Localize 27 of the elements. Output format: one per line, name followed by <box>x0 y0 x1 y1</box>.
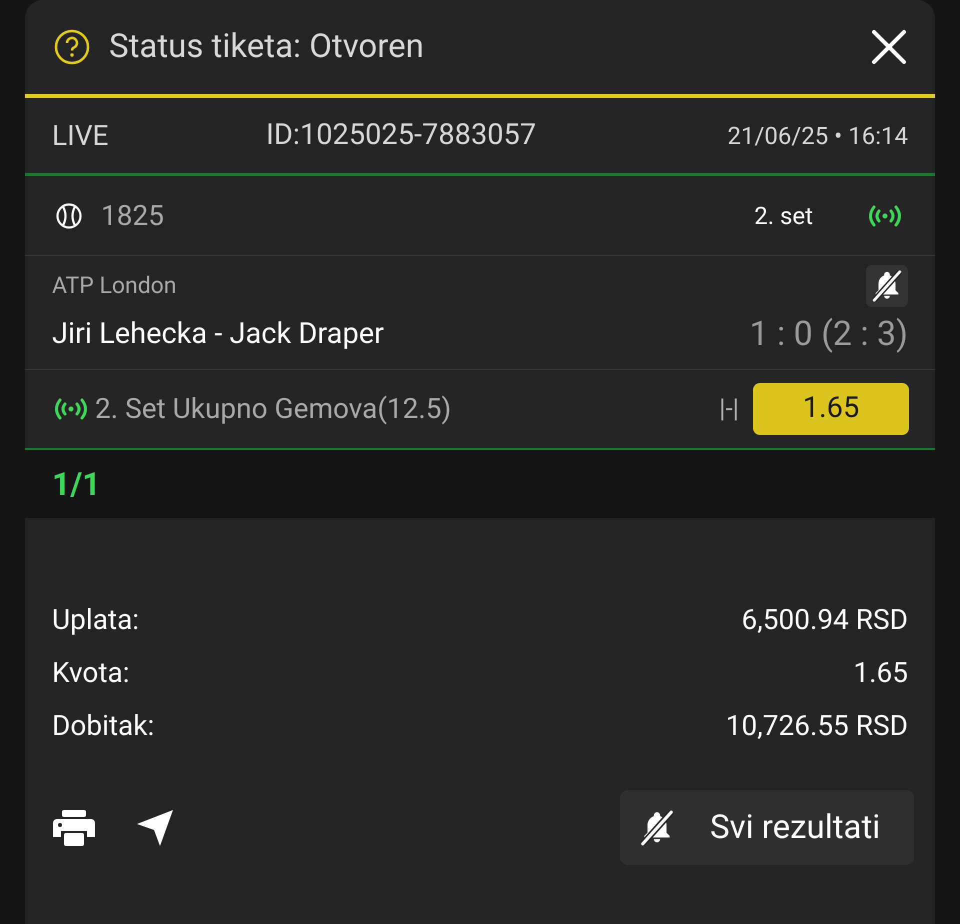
dialog-title: Status tiketa: Otvoren <box>109 26 424 68</box>
summary-value: 1.65 <box>853 655 908 691</box>
match-teams: Jiri Lehecka - Jack Draper <box>52 316 384 353</box>
send-icon[interactable] <box>135 808 175 848</box>
summary-label: Kvota: <box>52 655 130 691</box>
mute-button[interactable] <box>866 265 908 307</box>
ticket-id: ID:1025025-7883057 <box>266 116 536 154</box>
muted-bell-icon <box>638 808 676 846</box>
league-name: ATP London <box>52 270 176 301</box>
selection-count: 1/1 <box>52 464 101 505</box>
match-period: 2. set <box>754 200 813 232</box>
ticket-datetime: 21/06/25 • 16:14 <box>727 120 908 152</box>
pick-label: |-| <box>719 392 739 426</box>
tennis-ball-icon <box>55 202 83 230</box>
help-icon[interactable] <box>53 28 91 66</box>
summary-label: Uplata: <box>52 602 140 638</box>
print-icon[interactable] <box>53 808 95 846</box>
match-score: 1 : 0 (2 : 3) <box>749 313 908 356</box>
market-name: 2. Set Ukupno Gemova(12.5) <box>95 391 452 427</box>
summary-value: 10,726.55 RSD <box>726 708 908 744</box>
odds-badge: 1.65 <box>753 383 909 435</box>
summary-value: 6,500.94 RSD <box>741 602 908 638</box>
summary-label: Dobitak: <box>52 708 154 744</box>
event-code: 1825 <box>101 198 164 234</box>
ticket-type: LIVE <box>52 118 110 154</box>
close-icon[interactable] <box>871 29 907 65</box>
all-results-button[interactable]: Svi rezultati <box>620 790 914 865</box>
